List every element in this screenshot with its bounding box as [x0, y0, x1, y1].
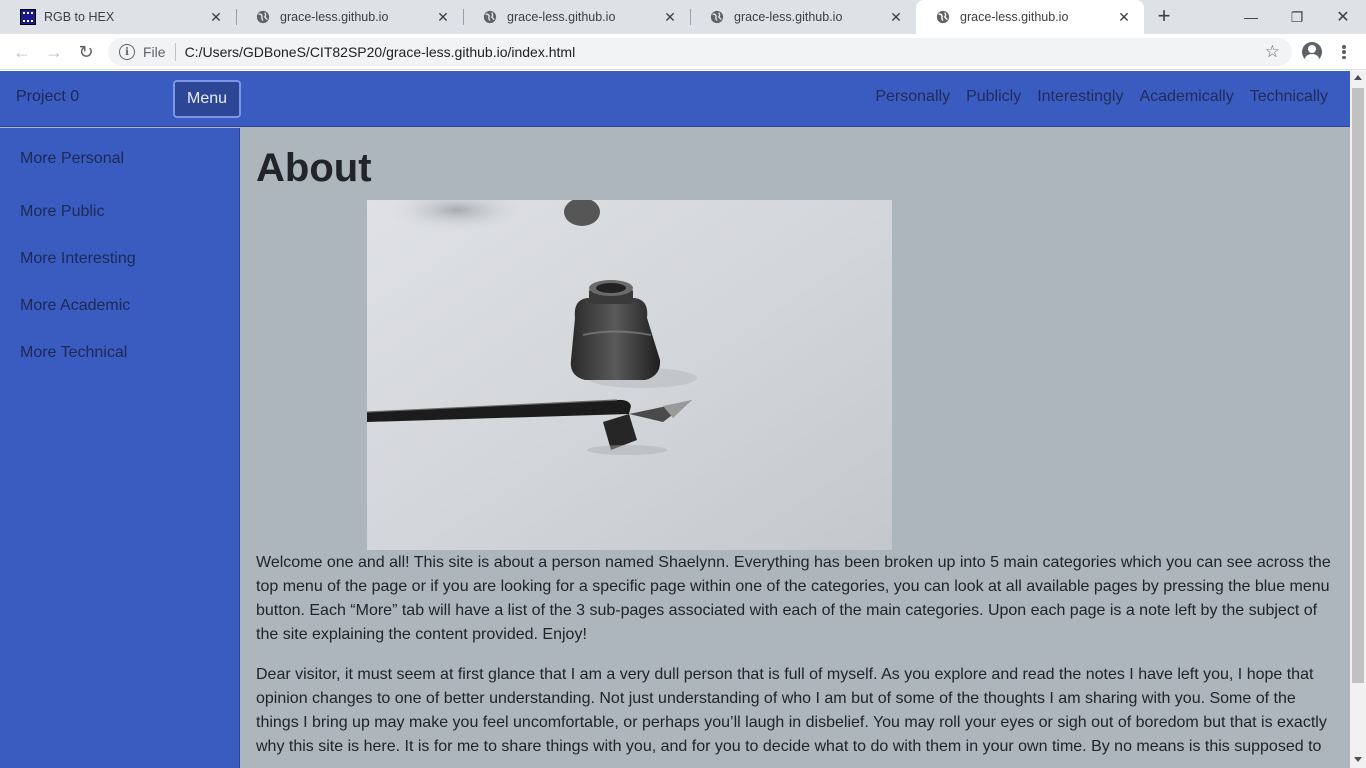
page-title: About — [256, 146, 372, 190]
tab-close-icon[interactable]: ✕ — [435, 9, 451, 25]
nav-link-technically[interactable]: Technically — [1242, 88, 1336, 106]
navbar-brand[interactable]: Project 0 — [16, 88, 79, 106]
nav-link-academically[interactable]: Academically — [1131, 88, 1241, 106]
welcome-paragraph: Welcome one and all! This site is about … — [256, 554, 1331, 643]
top-nav-links: Personally Publicly Interestingly Academ… — [867, 88, 1336, 106]
main-content: About Welcome one and all! This site is … — [241, 128, 1350, 759]
browser-tab[interactable]: grace-less.github.io ✕ — [463, 0, 690, 34]
browser-tab[interactable]: grace-less.github.io ✕ — [236, 0, 463, 34]
browser-tab[interactable]: grace-less.github.io ✕ — [690, 0, 916, 34]
tab-close-icon[interactable]: ✕ — [662, 9, 678, 25]
page-scrollbar[interactable] — [1350, 71, 1366, 768]
sidebar-item-more-academic[interactable]: More Academic — [0, 274, 239, 321]
nav-link-publicly[interactable]: Publicly — [958, 88, 1029, 106]
sidebar-item-more-interesting[interactable]: More Interesting — [0, 227, 239, 274]
browser-toolbar: ← → ↻ i File C:/Users/GDBoneS/CIT82SP20/… — [0, 34, 1366, 70]
globe-icon — [483, 10, 497, 24]
tab-close-icon[interactable]: ✕ — [1116, 9, 1132, 25]
globe-icon — [936, 10, 950, 24]
scroll-up-arrow-icon[interactable] — [1354, 75, 1362, 80]
restore-button[interactable]: ❐ — [1274, 0, 1320, 34]
browser-tab-strip: RGB to HEX ✕ grace-less.github.io ✕ grac… — [0, 0, 1366, 34]
omnibox-divider — [174, 43, 176, 61]
bookmark-star-icon[interactable]: ☆ — [1265, 43, 1280, 61]
sidebar-item-more-public[interactable]: More Public — [0, 180, 239, 227]
tab-title: RGB to HEX — [44, 10, 115, 24]
nav-link-interestingly[interactable]: Interestingly — [1029, 88, 1131, 106]
tab-title: grace-less.github.io — [960, 10, 1069, 24]
ink-pen-photo — [367, 200, 892, 550]
address-bar[interactable]: i File C:/Users/GDBoneS/CIT82SP20/grace-… — [108, 38, 1292, 66]
url-text[interactable]: C:/Users/GDBoneS/CIT82SP20/grace-less.gi… — [185, 44, 576, 60]
tab-close-icon[interactable]: ✕ — [208, 9, 224, 25]
visitor-note-paragraph: Dear visitor, it must seem at first glan… — [256, 666, 1327, 755]
minimize-button[interactable]: — — [1228, 0, 1274, 34]
tab-title: grace-less.github.io — [734, 10, 843, 24]
rgb-favicon-icon — [20, 9, 36, 25]
sidebar-item-more-technical[interactable]: More Technical — [0, 321, 239, 368]
browser-tab[interactable]: RGB to HEX ✕ — [0, 0, 236, 34]
browser-tab-active[interactable]: grace-less.github.io ✕ — [916, 0, 1144, 34]
menu-button[interactable]: Menu — [173, 80, 241, 118]
reload-button[interactable]: ↻ — [73, 39, 99, 65]
tab-title: grace-less.github.io — [507, 10, 616, 24]
back-button[interactable]: ← — [9, 39, 35, 65]
sidebar: More Personal More Public More Interesti… — [0, 128, 240, 768]
globe-icon — [256, 10, 270, 24]
nav-link-personally[interactable]: Personally — [867, 88, 958, 106]
scroll-down-arrow-icon[interactable] — [1354, 757, 1362, 762]
globe-icon — [710, 10, 724, 24]
site-info-icon[interactable]: i — [119, 44, 135, 60]
scrollbar-thumb[interactable] — [1352, 88, 1364, 683]
tab-title: grace-less.github.io — [280, 10, 389, 24]
browser-menu-icon[interactable] — [1336, 43, 1352, 61]
account-icon[interactable] — [1302, 42, 1322, 62]
tab-close-icon[interactable]: ✕ — [888, 9, 904, 25]
close-window-button[interactable]: ✕ — [1320, 0, 1366, 34]
sidebar-item-more-personal[interactable]: More Personal — [0, 128, 239, 180]
site-navbar: Project 0 Menu Personally Publicly Inter… — [0, 71, 1350, 127]
scheme-label: File — [143, 44, 166, 60]
forward-button[interactable]: → — [41, 39, 67, 65]
new-tab-button[interactable]: + — [1152, 5, 1176, 29]
page-viewport: Project 0 Menu Personally Publicly Inter… — [0, 71, 1350, 768]
